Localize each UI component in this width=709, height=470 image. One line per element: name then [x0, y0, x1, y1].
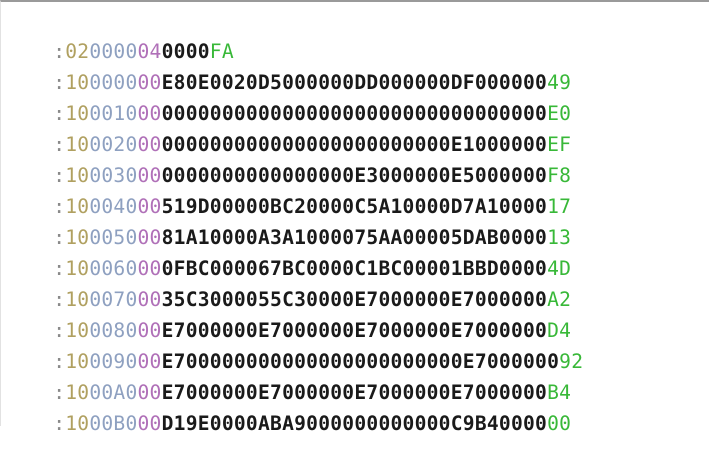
record-type: 00 [137, 71, 162, 94]
record-address: 0080 [89, 319, 138, 342]
record-checksum: A2 [547, 288, 572, 311]
record-address: 0030 [89, 164, 138, 187]
record-type: 00 [137, 257, 162, 280]
record-data: 519D00000BC20000C5A10000D7A10000 [161, 195, 548, 218]
record-data: 000000000000000000000000E1000000 [161, 133, 548, 156]
record-checksum: F8 [547, 164, 572, 187]
record-data: 0000 [161, 40, 210, 63]
record-address: 0040 [89, 195, 138, 218]
record-checksum: E0 [547, 102, 572, 125]
record-checksum: 00 [547, 412, 572, 435]
record-data: E7000000E7000000E7000000E7000000 [161, 319, 548, 342]
record-checksum: EF [547, 133, 572, 156]
record-data: E700000000000000000000000E7000000 [161, 350, 560, 373]
record-length: 10 [65, 226, 90, 249]
record-address: 0090 [89, 350, 138, 373]
record-address: 0050 [89, 226, 138, 249]
record-address: 0060 [89, 257, 138, 280]
record-start-colon: : [53, 350, 66, 373]
record-start-colon: : [53, 102, 66, 125]
record-start-colon: : [53, 319, 66, 342]
record-start-colon: : [53, 381, 66, 404]
record-address: 0010 [89, 102, 138, 125]
record-address: 0020 [89, 133, 138, 156]
record-checksum: D4 [547, 319, 572, 342]
record-start-colon: : [53, 288, 66, 311]
record-length: 10 [65, 71, 90, 94]
hex-record-line: :020000040000FA [1, 5, 709, 63]
record-data: 0FBC000067BC0000C1BC00001BBD0000 [161, 257, 548, 280]
record-type: 00 [137, 102, 162, 125]
record-type: 00 [137, 164, 162, 187]
record-address: 0000 [89, 71, 138, 94]
hex-record-view: :020000040000FA :10000000E80E0020D500000… [0, 0, 709, 435]
record-address: 00B0 [89, 412, 138, 435]
record-checksum: 92 [559, 350, 584, 373]
record-length: 10 [65, 319, 90, 342]
record-data: E7000000E7000000E7000000E7000000 [161, 381, 548, 404]
record-data: 81A10000A3A1000075AA00005DAB0000 [161, 226, 548, 249]
record-address: 0070 [89, 288, 138, 311]
record-length: 10 [65, 133, 90, 156]
record-data: E80E0020D5000000DD000000DF000000 [161, 71, 548, 94]
record-length: 10 [65, 257, 90, 280]
record-type: 00 [137, 288, 162, 311]
record-checksum: 49 [547, 71, 572, 94]
record-type: 00 [137, 350, 162, 373]
record-length: 02 [65, 40, 90, 63]
record-start-colon: : [53, 412, 66, 435]
record-start-colon: : [53, 195, 66, 218]
record-length: 10 [65, 164, 90, 187]
record-start-colon: : [53, 71, 66, 94]
record-data: 35C3000055C30000E7000000E7000000 [161, 288, 548, 311]
record-checksum: 13 [547, 226, 572, 249]
record-type: 00 [137, 381, 162, 404]
record-address: 00A0 [89, 381, 138, 404]
record-length: 10 [65, 288, 90, 311]
record-start-colon: : [53, 257, 66, 280]
record-start-colon: : [53, 133, 66, 156]
record-data: 0000000000000000E3000000E5000000 [161, 164, 548, 187]
record-start-colon: : [53, 164, 66, 187]
record-length: 10 [65, 350, 90, 373]
record-length: 10 [65, 195, 90, 218]
record-checksum: FA [209, 40, 234, 63]
record-type: 00 [137, 412, 162, 435]
record-data: 00000000000000000000000000000000 [161, 102, 548, 125]
record-length: 10 [65, 412, 90, 435]
record-type: 00 [137, 133, 162, 156]
record-address: 0000 [89, 40, 138, 63]
record-start-colon: : [53, 40, 66, 63]
record-checksum: 17 [547, 195, 572, 218]
record-length: 10 [65, 102, 90, 125]
record-checksum: 4D [547, 257, 572, 280]
record-type: 00 [137, 226, 162, 249]
record-type: 00 [137, 195, 162, 218]
record-start-colon: : [53, 226, 66, 249]
record-type: 04 [137, 40, 162, 63]
record-checksum: B4 [547, 381, 572, 404]
record-data: D19E0000ABA9000000000000C9B40000 [161, 412, 548, 435]
record-length: 10 [65, 381, 90, 404]
record-type: 00 [137, 319, 162, 342]
